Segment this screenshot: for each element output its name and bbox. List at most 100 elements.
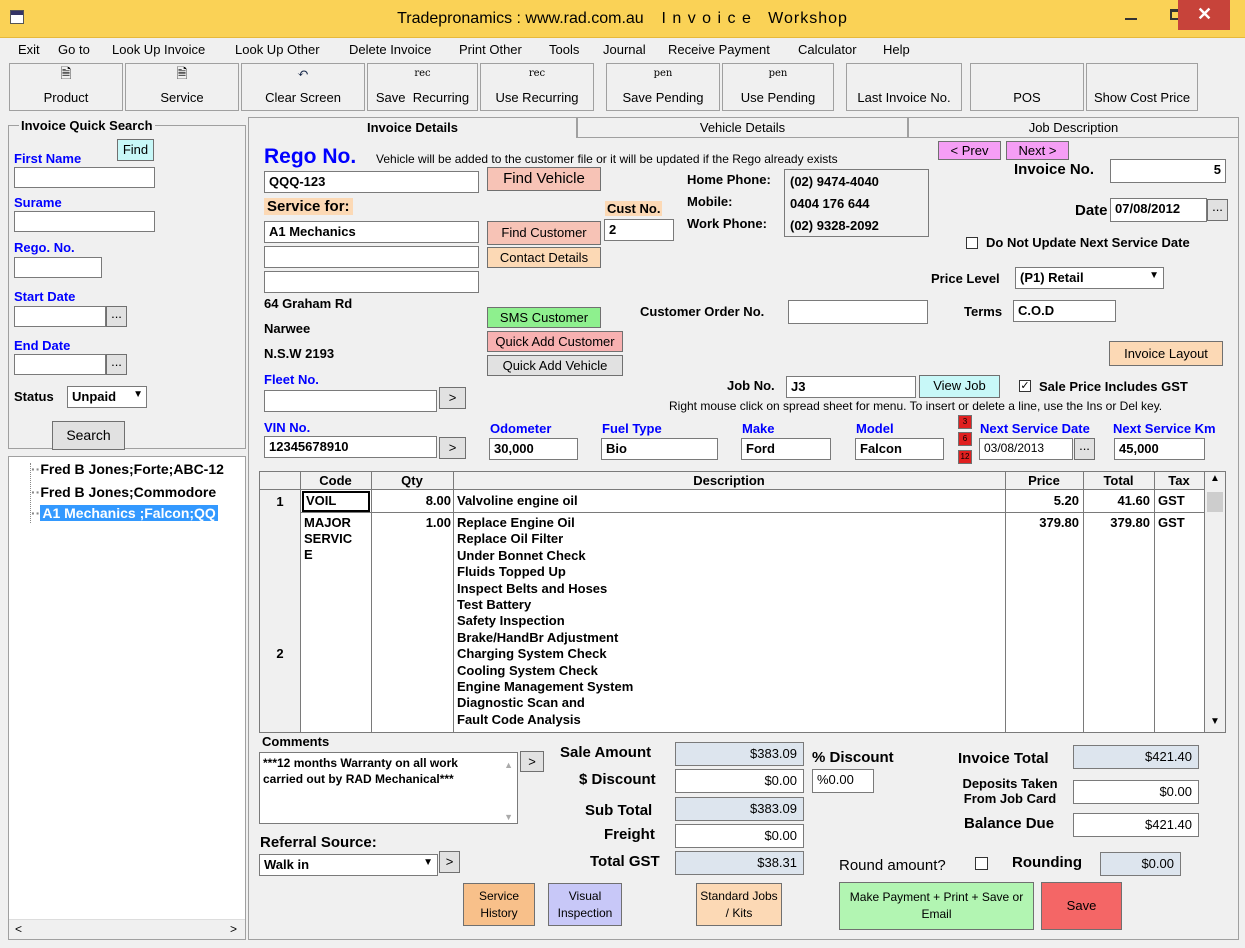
discount-input[interactable]: $0.00 (675, 769, 804, 793)
row-tax[interactable]: GST (1158, 493, 1185, 508)
find-customer-button[interactable]: Find Customer (487, 221, 601, 245)
menu-look-up-other[interactable]: Look Up Other (235, 42, 320, 57)
invoice-layout-button[interactable]: Invoice Layout (1109, 341, 1223, 366)
list-item-selected[interactable]: ·· A1 Mechanics ;Falcon;QQ (31, 505, 218, 521)
row-total[interactable]: 41.60 (1083, 493, 1150, 508)
scroll-thumb[interactable] (1207, 492, 1223, 512)
sms-customer-button[interactable]: SMS Customer (487, 307, 601, 328)
menu-look-up-invoice[interactable]: Look Up Invoice (112, 42, 205, 57)
tab-job-description[interactable]: Job Description (908, 117, 1239, 138)
view-job-button[interactable]: View Job (919, 375, 1000, 398)
make-payment-button[interactable]: Make Payment + Print + Save or Email (839, 882, 1034, 930)
fuel-type-input[interactable]: Bio (601, 438, 718, 460)
service-history-button[interactable]: Service History (463, 883, 535, 926)
contact-details-button[interactable]: Contact Details (487, 247, 601, 268)
make-input[interactable]: Ford (741, 438, 831, 460)
row-qty[interactable]: 8.00 (371, 493, 451, 508)
menu-print-other[interactable]: Print Other (459, 42, 522, 57)
tab-vehicle-details[interactable]: Vehicle Details (577, 117, 908, 138)
next-button[interactable]: Next > (1006, 141, 1069, 160)
next-service-date-picker[interactable]: ... (1074, 438, 1095, 460)
fleet-no-button[interactable]: > (439, 387, 466, 409)
scroll-up-icon[interactable]: ▲ (1210, 473, 1220, 484)
row-price[interactable]: 5.20 (1005, 493, 1079, 508)
menu-help[interactable]: Help (883, 42, 910, 57)
model-input[interactable]: Falcon (855, 438, 944, 460)
fleet-no-input[interactable] (264, 390, 437, 412)
row-code[interactable]: VOIL (302, 491, 370, 512)
scroll-up-icon[interactable]: ▲ (504, 757, 513, 773)
rego-search-input[interactable] (14, 257, 102, 278)
list-item[interactable]: ··Fred B Jones;Forte;ABC-12 (31, 461, 224, 477)
cust-no-input[interactable]: 2 (604, 219, 674, 241)
list-item[interactable]: ··Fred B Jones;Commodore (31, 484, 216, 500)
prev-button[interactable]: < Prev (938, 141, 1001, 160)
row-price[interactable]: 379.80 (1005, 515, 1079, 530)
pct-discount-input[interactable]: %0.00 (812, 769, 874, 793)
scroll-down-icon[interactable]: ▼ (1210, 716, 1220, 727)
product-button[interactable]: 🗎 Product (9, 63, 123, 111)
months-12-button[interactable]: 12 (958, 450, 972, 464)
quick-add-vehicle-button[interactable]: Quick Add Vehicle (487, 355, 623, 376)
quick-add-customer-button[interactable]: Quick Add Customer (487, 331, 623, 352)
sale-incl-gst-checkbox[interactable]: ✓ (1019, 380, 1031, 392)
row-qty[interactable]: 1.00 (371, 515, 451, 530)
find-button[interactable]: Find (117, 139, 154, 161)
price-level-select[interactable]: (P1) Retail ▼ (1015, 267, 1164, 289)
date-input[interactable]: 07/08/2012 (1110, 198, 1207, 222)
tab-invoice-details[interactable]: Invoice Details (248, 117, 577, 138)
customer-order-input[interactable] (788, 300, 928, 324)
vin-button[interactable]: > (439, 437, 466, 459)
search-button[interactable]: Search (52, 421, 125, 450)
standard-jobs-button[interactable]: Standard Jobs / Kits (696, 883, 782, 926)
row-code[interactable]: MAJOR SERVIC E (304, 515, 359, 563)
save-pending-button[interactable]: pen Save Pending (606, 63, 720, 111)
vin-input[interactable]: 12345678910 (264, 436, 437, 458)
close-button[interactable]: ✕ (1178, 0, 1230, 30)
menu-calculator[interactable]: Calculator (798, 42, 857, 57)
customer-line2-input[interactable] (264, 246, 479, 268)
job-no-input[interactable]: J3 (786, 376, 916, 398)
next-service-km-input[interactable]: 45,000 (1114, 438, 1205, 460)
surname-input[interactable] (14, 211, 155, 232)
grid-vertical-scrollbar[interactable]: ▲ ▼ (1205, 472, 1225, 732)
row-total[interactable]: 379.80 (1083, 515, 1150, 530)
menu-journal[interactable]: Journal (603, 42, 646, 57)
referral-source-select[interactable]: Walk in ▼ (259, 854, 438, 876)
end-date-picker-button[interactable]: ... (106, 354, 127, 375)
scroll-right-icon[interactable]: > (230, 922, 237, 936)
end-date-input[interactable] (14, 354, 106, 375)
use-pending-button[interactable]: pen Use Pending (722, 63, 834, 111)
status-select[interactable]: Unpaid ▼ (67, 386, 147, 408)
date-picker-button[interactable]: ... (1207, 199, 1228, 221)
menu-go-to[interactable]: Go to (58, 42, 90, 57)
row-description[interactable]: Valvoline engine oil (457, 493, 578, 508)
invoice-no-input[interactable]: 5 (1110, 159, 1226, 183)
row-tax[interactable]: GST (1158, 515, 1185, 530)
scroll-down-icon[interactable]: ▼ (504, 809, 513, 825)
first-name-input[interactable] (14, 167, 155, 188)
comments-textarea[interactable]: ***12 months Warranty on all work carrie… (259, 752, 518, 824)
referral-source-button[interactable]: > (439, 851, 460, 873)
find-vehicle-button[interactable]: Find Vehicle (487, 167, 601, 191)
start-date-picker-button[interactable]: ... (106, 306, 127, 327)
save-recurring-button[interactable]: rec Save Recurring (367, 63, 478, 111)
last-invoice-button[interactable]: Last Invoice No. (846, 63, 962, 111)
comments-expand-button[interactable]: > (520, 751, 544, 772)
pos-button[interactable]: POS (970, 63, 1084, 111)
round-amount-checkbox[interactable] (975, 857, 988, 870)
menu-receive-payment[interactable]: Receive Payment (668, 42, 770, 57)
next-service-date-input[interactable]: 03/08/2013 (979, 438, 1073, 460)
minimize-button[interactable] (1108, 0, 1154, 34)
do-not-update-checkbox[interactable] (966, 237, 978, 249)
show-cost-price-button[interactable]: Show Cost Price (1086, 63, 1198, 111)
deposits-value[interactable]: $0.00 (1073, 780, 1199, 804)
menu-exit[interactable]: Exit (18, 42, 40, 57)
months-3-button[interactable]: 3 (958, 415, 972, 429)
months-6-button[interactable]: 6 (958, 432, 972, 446)
start-date-input[interactable] (14, 306, 106, 327)
horizontal-scrollbar[interactable]: < > (9, 919, 245, 939)
use-recurring-button[interactable]: rec Use Recurring (480, 63, 594, 111)
invoice-grid[interactable]: Code Qty Description Price Total Tax 1 V… (259, 471, 1226, 733)
customer-line3-input[interactable] (264, 271, 479, 293)
